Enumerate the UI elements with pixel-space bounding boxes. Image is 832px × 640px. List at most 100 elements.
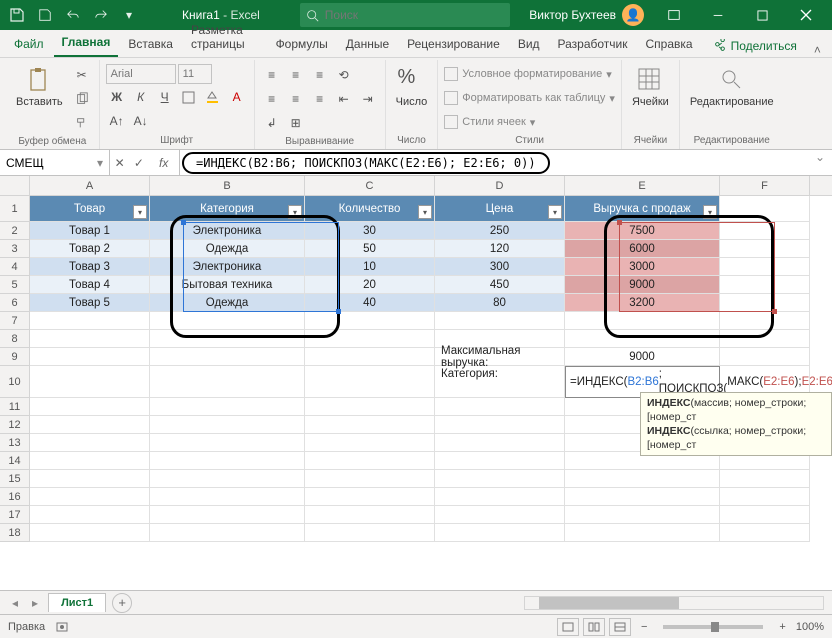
- cell[interactable]: Бытовая техника: [150, 276, 305, 294]
- cell[interactable]: [720, 240, 810, 258]
- minimize-icon[interactable]: ─: [696, 0, 740, 30]
- cell[interactable]: Электроника: [150, 258, 305, 276]
- cell[interactable]: [305, 506, 435, 524]
- search-input[interactable]: [325, 8, 504, 22]
- user-account[interactable]: Виктор Бухтеев 👤: [521, 4, 652, 26]
- sheet-nav-prev-icon[interactable]: ◂: [8, 596, 22, 610]
- col-header-D[interactable]: D: [435, 176, 565, 195]
- align-middle-icon[interactable]: ≡: [285, 64, 307, 86]
- cell[interactable]: [30, 330, 150, 348]
- cell[interactable]: [305, 416, 435, 434]
- cell[interactable]: [305, 330, 435, 348]
- tab-data[interactable]: Данные: [338, 31, 397, 57]
- cell[interactable]: 9000: [565, 348, 720, 366]
- cell[interactable]: [30, 348, 150, 366]
- cell[interactable]: [30, 488, 150, 506]
- cell[interactable]: [150, 506, 305, 524]
- view-page-layout-icon[interactable]: [583, 618, 605, 636]
- row-header[interactable]: 3: [0, 240, 30, 258]
- cell[interactable]: Максимальная выручка:: [435, 348, 565, 366]
- cell[interactable]: [30, 452, 150, 470]
- align-left-icon[interactable]: ≡: [261, 88, 283, 110]
- cell[interactable]: [720, 524, 810, 542]
- view-page-break-icon[interactable]: [609, 618, 631, 636]
- filter-icon[interactable]: ▾: [418, 205, 432, 219]
- cell[interactable]: [435, 488, 565, 506]
- fx-icon[interactable]: fx: [153, 156, 174, 170]
- cell[interactable]: [565, 488, 720, 506]
- merge-icon[interactable]: ⊞: [285, 112, 307, 134]
- row-header[interactable]: 11: [0, 398, 30, 416]
- row-header[interactable]: 18: [0, 524, 30, 542]
- cell[interactable]: [720, 312, 810, 330]
- zoom-slider[interactable]: [663, 625, 763, 629]
- cell[interactable]: [305, 366, 435, 398]
- sheet-tab[interactable]: Лист1: [48, 593, 106, 612]
- cell[interactable]: [30, 470, 150, 488]
- cell[interactable]: [30, 434, 150, 452]
- cell[interactable]: [435, 452, 565, 470]
- paste-button[interactable]: Вставить: [12, 64, 67, 110]
- cell[interactable]: [720, 348, 810, 366]
- cell[interactable]: 10: [305, 258, 435, 276]
- cell[interactable]: [30, 398, 150, 416]
- tab-help[interactable]: Справка: [638, 31, 701, 57]
- tab-developer[interactable]: Разработчик: [550, 31, 636, 57]
- cell[interactable]: [305, 398, 435, 416]
- cell[interactable]: [720, 196, 810, 222]
- row-header[interactable]: 16: [0, 488, 30, 506]
- cell[interactable]: [150, 524, 305, 542]
- share-button[interactable]: Поделиться: [703, 35, 807, 57]
- cell[interactable]: [305, 488, 435, 506]
- underline-icon[interactable]: Ч: [154, 86, 176, 108]
- cell[interactable]: 120: [435, 240, 565, 258]
- cell[interactable]: [435, 312, 565, 330]
- col-header-A[interactable]: A: [30, 176, 150, 195]
- cell[interactable]: [305, 434, 435, 452]
- row-header[interactable]: 9: [0, 348, 30, 366]
- font-size-combo[interactable]: 11: [178, 64, 212, 84]
- cell[interactable]: [565, 312, 720, 330]
- cell[interactable]: [30, 524, 150, 542]
- cell[interactable]: [30, 366, 150, 398]
- cell[interactable]: [720, 276, 810, 294]
- filter-icon[interactable]: ▾: [703, 205, 717, 219]
- row-header[interactable]: 4: [0, 258, 30, 276]
- cell[interactable]: [435, 398, 565, 416]
- row-header[interactable]: 12: [0, 416, 30, 434]
- format-painter-icon[interactable]: [71, 112, 93, 134]
- cell[interactable]: [720, 330, 810, 348]
- align-bottom-icon[interactable]: ≡: [309, 64, 331, 86]
- filter-icon[interactable]: ▾: [133, 205, 147, 219]
- table-header[interactable]: Товар▾: [30, 196, 150, 222]
- cell[interactable]: 3200: [565, 294, 720, 312]
- cell[interactable]: [305, 470, 435, 488]
- cell[interactable]: [150, 330, 305, 348]
- bold-icon[interactable]: Ж: [106, 86, 128, 108]
- table-header[interactable]: Выручка с продаж▾: [565, 196, 720, 222]
- cell[interactable]: 80: [435, 294, 565, 312]
- tab-review[interactable]: Рецензирование: [399, 31, 508, 57]
- cell[interactable]: 50: [305, 240, 435, 258]
- filter-icon[interactable]: ▾: [288, 205, 302, 219]
- cell[interactable]: [435, 416, 565, 434]
- view-normal-icon[interactable]: [557, 618, 579, 636]
- cell[interactable]: 30: [305, 222, 435, 240]
- grow-font-icon[interactable]: А↑: [106, 110, 128, 132]
- cell[interactable]: 300: [435, 258, 565, 276]
- select-all-corner[interactable]: [0, 176, 30, 195]
- format-as-table-button[interactable]: Форматировать как таблицу ▾: [444, 88, 615, 108]
- wrap-text-icon[interactable]: ↲: [261, 112, 283, 134]
- search-box[interactable]: [300, 3, 510, 27]
- col-header-C[interactable]: C: [305, 176, 435, 195]
- cell[interactable]: [150, 312, 305, 330]
- cell[interactable]: 7500: [565, 222, 720, 240]
- cell[interactable]: 40: [305, 294, 435, 312]
- cell[interactable]: [30, 506, 150, 524]
- cell[interactable]: [720, 470, 810, 488]
- name-box[interactable]: СМЕЩ ▾: [0, 150, 110, 175]
- cell[interactable]: [435, 434, 565, 452]
- row-header[interactable]: 14: [0, 452, 30, 470]
- name-box-dropdown-icon[interactable]: ▾: [97, 156, 103, 170]
- editing-button[interactable]: Редактирование: [686, 64, 778, 110]
